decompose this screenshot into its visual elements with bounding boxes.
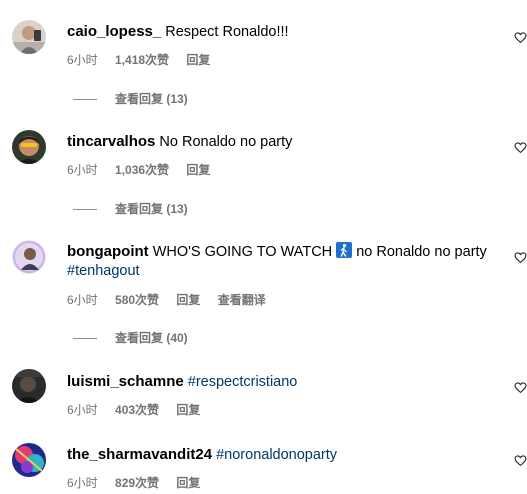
heart-icon[interactable]	[514, 454, 527, 467]
heart-icon[interactable]	[514, 31, 527, 44]
translate-button[interactable]: 查看翻译	[218, 293, 266, 307]
reply-button[interactable]: 回复	[186, 163, 210, 177]
comment-meta: 6小时 580次赞 回复 查看翻译	[67, 291, 280, 308]
comment-meta: 6小时 1,418次赞 回复	[67, 51, 224, 68]
comment-likes[interactable]: 1,036次赞	[115, 163, 169, 177]
comment-username[interactable]: bongapoint	[67, 243, 149, 260]
heart-icon[interactable]	[514, 251, 527, 264]
avatar[interactable]	[12, 443, 46, 477]
view-replies-label: 查看回复 (40)	[115, 331, 188, 345]
reply-button[interactable]: 回复	[186, 53, 210, 67]
comment-username[interactable]: luismi_schamne	[67, 373, 184, 390]
comment-username[interactable]: the_sharmavandit24	[67, 446, 212, 463]
comment-time[interactable]: 6小时	[67, 476, 98, 490]
comment-username[interactable]: tincarvalhos	[67, 133, 155, 150]
reply-button[interactable]: 回复	[176, 403, 200, 417]
person-walking-icon	[336, 242, 353, 258]
comment-body: the_sharmavandit24 #noronaldonoparty	[67, 445, 487, 465]
view-replies-label: 查看回复 (13)	[115, 202, 188, 216]
comment-username[interactable]: caio_lopess_	[67, 23, 161, 40]
comment-likes[interactable]: 403次赞	[115, 403, 159, 417]
hashtag-link[interactable]: #tenhagout	[67, 263, 140, 279]
divider-line	[73, 338, 97, 340]
comment-body: bongapoint WHO'S GOING TO WATCH no Ronal…	[67, 242, 487, 281]
hashtag-link[interactable]: #noronaldonoparty	[216, 447, 337, 463]
reply-button[interactable]: 回复	[176, 476, 200, 490]
comment-body: luismi_schamne #respectcristiano	[67, 372, 487, 392]
hashtag-link[interactable]: #respectcristiano	[188, 374, 298, 390]
reply-button[interactable]: 回复	[176, 293, 200, 307]
heart-icon[interactable]	[514, 381, 527, 394]
avatar[interactable]	[12, 130, 46, 164]
view-replies-button[interactable]: 查看回复 (40)	[73, 329, 188, 346]
comment-body: tincarvalhos No Ronaldo no party	[67, 132, 487, 152]
comment-likes[interactable]: 829次赞	[115, 476, 159, 490]
comment-likes[interactable]: 1,418次赞	[115, 53, 169, 67]
heart-icon[interactable]	[514, 141, 527, 154]
comment-body: caio_lopess_ Respect Ronaldo!!!	[67, 22, 487, 42]
view-replies-label: 查看回复 (13)	[115, 92, 188, 106]
comment-meta: 6小时 403次赞 回复	[67, 401, 214, 418]
avatar[interactable]	[12, 20, 46, 54]
divider-line	[73, 209, 97, 211]
avatar[interactable]	[12, 369, 46, 403]
comment-time[interactable]: 6小时	[67, 163, 98, 177]
view-replies-button[interactable]: 查看回复 (13)	[73, 200, 188, 217]
comment-time[interactable]: 6小时	[67, 53, 98, 67]
comment-meta: 6小时 1,036次赞 回复	[67, 161, 224, 178]
comment-likes[interactable]: 580次赞	[115, 293, 159, 307]
avatar[interactable]	[12, 240, 46, 274]
comment-time[interactable]: 6小时	[67, 293, 98, 307]
comment-text: no Ronaldo no party	[356, 244, 487, 260]
comment-meta: 6小时 829次赞 回复	[67, 474, 214, 491]
view-replies-button[interactable]: 查看回复 (13)	[73, 90, 188, 107]
comment-text: Respect Ronaldo!!!	[165, 24, 289, 40]
comment-text: No Ronaldo no party	[159, 134, 293, 150]
comment-time[interactable]: 6小时	[67, 403, 98, 417]
divider-line	[73, 99, 97, 101]
comment-text: WHO'S GOING TO WATCH	[152, 244, 333, 260]
